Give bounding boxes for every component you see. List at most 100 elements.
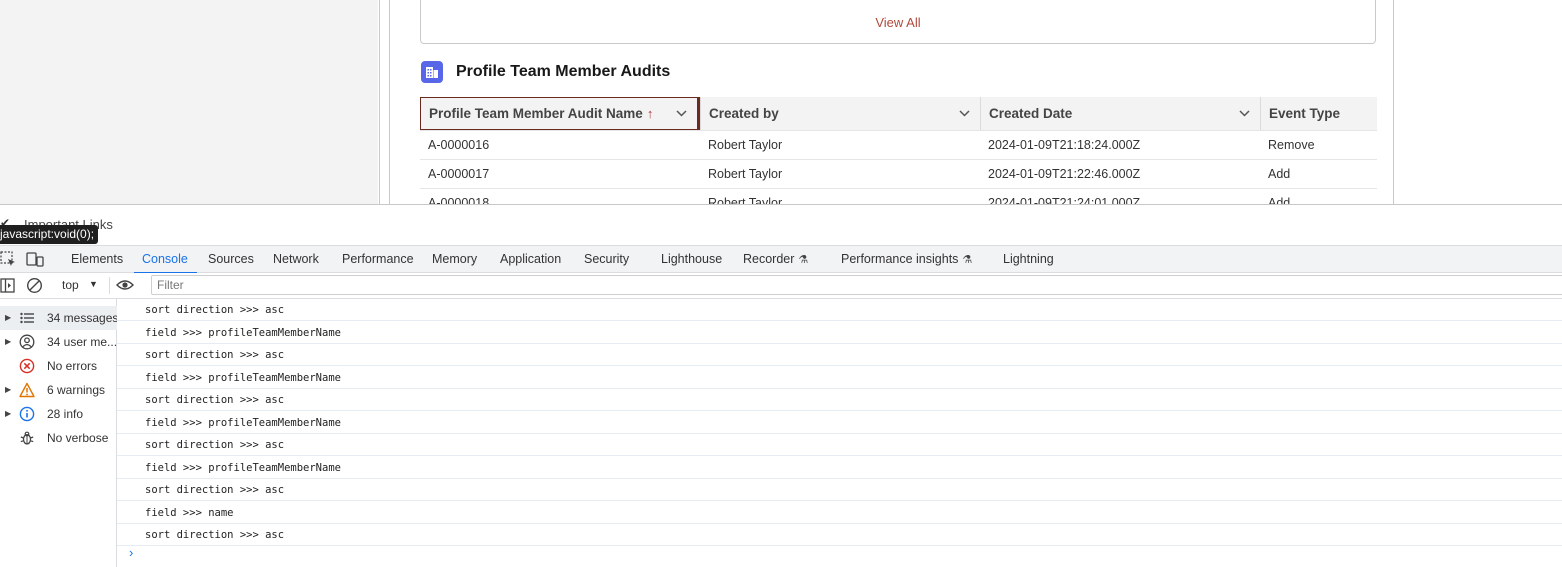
inspect-element-icon[interactable] [0, 251, 16, 272]
table-row[interactable]: A-0000017 Robert Taylor 2024-01-09T21:22… [420, 160, 1377, 189]
sidebar-item-info[interactable]: ▶ 28 info [0, 402, 117, 426]
dropdown-arrow-icon[interactable]: ▼ [89, 279, 98, 289]
console-toolbar: top ▼ [0, 273, 1562, 299]
tab-label: Recorder [743, 252, 795, 266]
console-sidebar: ▶ 34 messages ▶ 34 user me... No errors … [0, 299, 117, 567]
console-message[interactable]: field >>> profileTeamMemberName [117, 367, 1562, 389]
sidebar-item-label: No verbose [47, 431, 109, 445]
tab-console[interactable]: Console [134, 246, 197, 274]
sidebar-item-verbose[interactable]: No verbose [0, 426, 117, 450]
table-row[interactable]: A-0000016 Robert Taylor 2024-01-09T21:18… [420, 131, 1377, 160]
context-selector[interactable]: top [62, 278, 79, 292]
table-header-row: Profile Team Member Audit Name ↑ Created … [420, 97, 1377, 131]
console-message[interactable]: sort direction >>> asc [117, 434, 1562, 456]
cell-name[interactable]: A-0000016 [420, 131, 700, 159]
audit-table: Profile Team Member Audit Name ↑ Created … [420, 97, 1377, 204]
console-message[interactable]: sort direction >>> asc [117, 299, 1562, 321]
tab-elements[interactable]: Elements [71, 246, 123, 273]
live-expression-eye-icon[interactable] [116, 278, 134, 297]
filter-input[interactable] [151, 275, 1562, 295]
cell-created-by: Robert Taylor [708, 138, 783, 152]
user-icon [19, 334, 35, 350]
sort-ascending-icon: ↑ [646, 106, 654, 121]
cell-name[interactable]: A-0000017 [420, 160, 700, 188]
chevron-down-icon[interactable] [959, 97, 970, 130]
tab-security[interactable]: Security [584, 246, 629, 273]
divider [109, 277, 110, 294]
tab-memory[interactable]: Memory [432, 246, 477, 273]
column-header-created-by[interactable]: Created by [700, 97, 980, 130]
cell-created-date: 2024-01-09T21:24:01.000Z [988, 196, 1141, 204]
cell-created-by: Robert Taylor [708, 196, 783, 204]
expand-triangle-icon[interactable]: ▶ [5, 306, 11, 330]
console-prompt-icon[interactable]: › [129, 545, 133, 560]
divider [389, 0, 390, 204]
clear-console-icon[interactable] [26, 277, 43, 299]
tab-label: Performance insights [841, 252, 959, 266]
page-strip: ✔ Important Links javascript:void(0); [0, 205, 1562, 245]
devtools-tabbar: Elements Console Sources Network Perform… [0, 245, 1562, 274]
column-label: Event Type [1269, 106, 1341, 121]
console-message[interactable]: sort direction >>> asc [117, 524, 1562, 546]
cell-event-type: Remove [1268, 138, 1315, 152]
device-toolbar-icon[interactable] [26, 251, 44, 272]
cell-event-type: Add [1268, 167, 1291, 181]
app-page: View All Profile Team Member Audits Prof… [0, 0, 1562, 204]
console-message[interactable]: field >>> profileTeamMemberName [117, 457, 1562, 479]
tab-performance-insights[interactable]: Performance insights ⚗ [841, 246, 972, 273]
sidebar-item-user-messages[interactable]: ▶ 34 user me... [0, 330, 117, 354]
sidebar-item-label: 28 info [47, 407, 84, 421]
console-message[interactable]: sort direction >>> asc [117, 344, 1562, 366]
console-message[interactable]: sort direction >>> asc [117, 389, 1562, 411]
column-header-event-type[interactable]: Event Type [1260, 97, 1377, 130]
bug-icon [19, 430, 35, 446]
tab-sources[interactable]: Sources [208, 246, 254, 273]
flask-icon: ⚗ [798, 254, 809, 266]
cell-created-by: Robert Taylor [708, 167, 783, 181]
expand-triangle-icon[interactable]: ▶ [5, 402, 11, 426]
cell-name[interactable]: A-0000018 [420, 189, 700, 204]
sidebar-item-label: 34 user me... [47, 335, 117, 349]
tab-performance[interactable]: Performance [342, 246, 414, 273]
audit-object-icon [421, 61, 443, 83]
cell-created-date: 2024-01-09T21:18:24.000Z [988, 138, 1141, 152]
sidebar-item-label: 6 warnings [47, 383, 106, 397]
list-icon [19, 310, 35, 326]
column-label: Created by [709, 106, 779, 121]
expand-triangle-icon[interactable]: ▶ [5, 378, 11, 402]
tab-lighthouse[interactable]: Lighthouse [661, 246, 722, 273]
column-header-created-date[interactable]: Created Date [980, 97, 1260, 130]
console-message[interactable]: sort direction >>> asc [117, 479, 1562, 501]
column-label: Created Date [989, 106, 1073, 121]
tab-lightning[interactable]: Lightning [1003, 246, 1054, 273]
link-tooltip: javascript:void(0); [0, 225, 99, 244]
cell-created-date: 2024-01-09T21:22:46.000Z [988, 167, 1141, 181]
flask-icon: ⚗ [962, 254, 973, 266]
chevron-down-icon[interactable] [676, 98, 687, 129]
column-header-name[interactable]: Profile Team Member Audit Name ↑ [420, 97, 700, 130]
card-title[interactable]: Profile Team Member Audits [456, 63, 670, 81]
column-label: Profile Team Member Audit Name [429, 106, 643, 121]
sidebar-item-label: No errors [47, 359, 98, 373]
show-sidebar-icon[interactable] [0, 278, 15, 298]
console-message[interactable]: field >>> name [117, 502, 1562, 524]
view-all-link[interactable]: View All [421, 15, 1375, 30]
error-icon [19, 358, 35, 374]
expand-triangle-icon[interactable]: ▶ [5, 330, 11, 354]
left-panel [0, 0, 378, 204]
chevron-down-icon[interactable] [1239, 97, 1250, 130]
warning-icon [19, 382, 35, 398]
tab-network[interactable]: Network [273, 246, 319, 273]
sidebar-item-label: 34 messages [47, 311, 117, 325]
tab-application[interactable]: Application [500, 246, 561, 273]
console-message[interactable]: field >>> profileTeamMemberName [117, 412, 1562, 434]
table-row[interactable]: A-0000018 Robert Taylor 2024-01-09T21:24… [420, 189, 1377, 204]
devtools-panel: ✔ Important Links javascript:void(0); El… [0, 204, 1562, 567]
sidebar-item-errors[interactable]: No errors [0, 354, 117, 378]
cell-event-type: Add [1268, 196, 1291, 204]
sidebar-item-warnings[interactable]: ▶ 6 warnings [0, 378, 117, 402]
console-message[interactable]: field >>> profileTeamMemberName [117, 322, 1562, 344]
console-messages: sort direction >>> asc field >>> profile… [117, 299, 1562, 567]
sidebar-item-messages[interactable]: ▶ 34 messages [0, 306, 117, 330]
tab-recorder[interactable]: Recorder ⚗ [743, 246, 808, 273]
